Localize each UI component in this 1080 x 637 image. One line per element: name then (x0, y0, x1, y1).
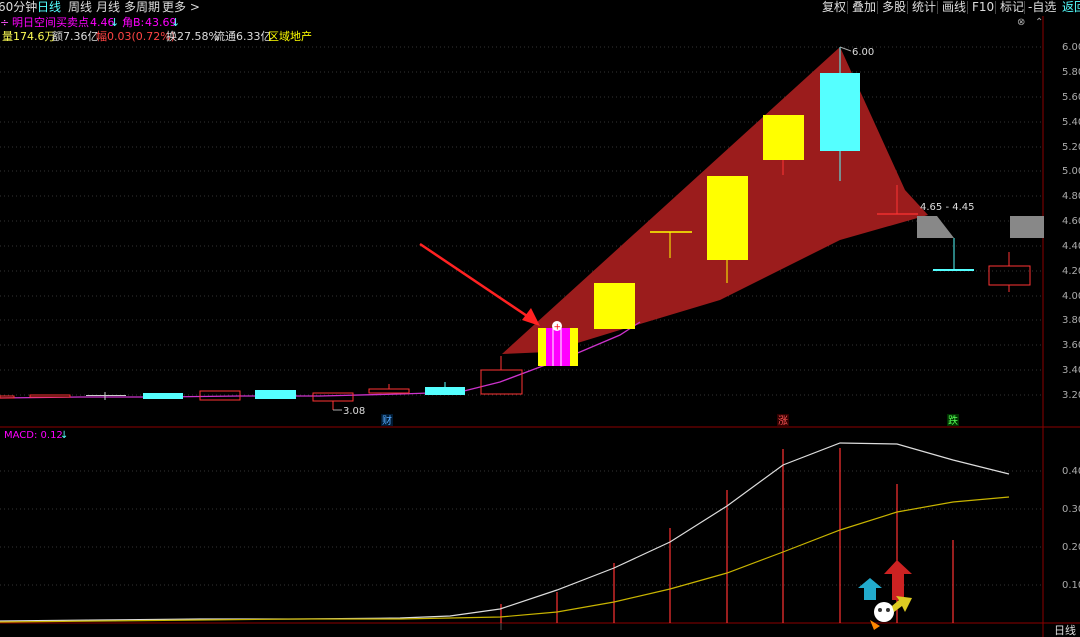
macd-dea-line (0, 496, 1010, 623)
bottom-daily-tab[interactable]: 日线 (1054, 623, 1076, 637)
price-tick: 4.20 (1062, 266, 1080, 277)
price-tick: 5.20 (1062, 142, 1080, 153)
price-axis: 6.00 5.80 5.60 5.40 5.20 5.00 4.80 4.60 … (1062, 42, 1080, 401)
event-cai-badge[interactable]: 财 (382, 414, 392, 427)
price-tick: 4.60 (1062, 216, 1080, 227)
plus-circle-icon[interactable]: + (554, 323, 562, 333)
price-tick: 3.80 (1062, 315, 1080, 326)
macd-tick: 0.20 (1062, 542, 1080, 553)
low-price-label: 3.08 (343, 406, 365, 417)
range-label: 4.65 - 4.45 (920, 202, 975, 213)
macd-down-arrow-icon: ↓ (60, 430, 68, 441)
price-tick: 6.00 (1062, 42, 1080, 53)
macd-axis: 0.40 0.30 0.20 0.10 (1062, 466, 1080, 591)
red-arrow-annotation (419, 242, 540, 326)
macd-gridlines (0, 470, 1043, 586)
price-tick: 3.40 (1062, 365, 1080, 376)
macd-tick: 0.30 (1062, 504, 1080, 515)
macd-dif-line (0, 442, 1010, 622)
price-tick: 5.40 (1062, 117, 1080, 128)
candles-early (0, 356, 523, 410)
floating-mascot-icon[interactable] (858, 560, 912, 630)
price-tick: 3.60 (1062, 340, 1080, 351)
price-tick: 4.80 (1062, 191, 1080, 202)
high-price-label: 6.00 (852, 47, 874, 58)
price-tick: 3.20 (1062, 390, 1080, 401)
macd-label: MACD: 0.12 (4, 430, 63, 441)
price-tick: 4.00 (1062, 291, 1080, 302)
price-tick: 5.80 (1062, 67, 1080, 78)
price-tick: 5.00 (1062, 166, 1080, 177)
price-tick: 5.60 (1062, 92, 1080, 103)
price-chart: 6.00 5.80 5.60 5.40 5.20 5.00 4.80 4.60 … (0, 16, 1080, 637)
event-zhang-badge[interactable]: 涨 (778, 415, 788, 427)
event-die-badge[interactable]: 跌 (948, 414, 958, 427)
macd-tick: 0.10 (1062, 580, 1080, 591)
macd-tick: 0.40 (1062, 466, 1080, 477)
price-tick: 4.40 (1062, 241, 1080, 252)
macd-histogram (500, 448, 954, 623)
